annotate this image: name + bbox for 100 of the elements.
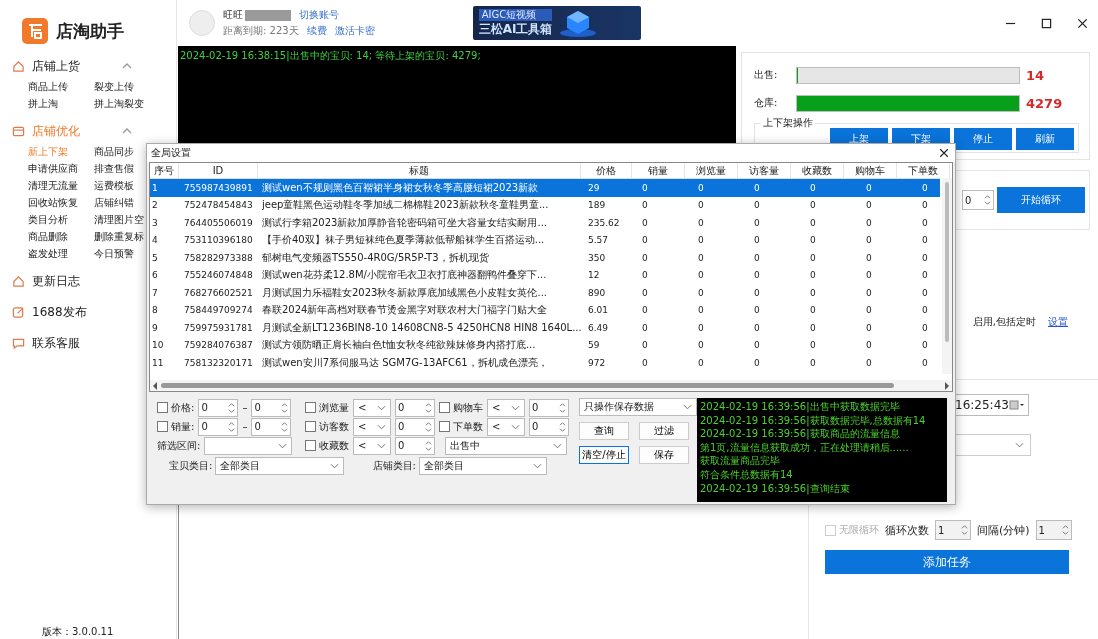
table-row[interactable]: 3 764405506019 测试行李箱2023新款加厚静音轮密码箱可坐大容量女结实耐用... 235.62 0 0 0 0 0 0 [150,214,940,232]
value-spinner[interactable]: 0 [395,436,435,455]
operator-dropdown[interactable]: < [353,398,391,417]
value-spinner[interactable]: 0 [529,398,569,417]
operator-dropdown[interactable]: < [487,398,525,417]
stock-label: 出售: [754,68,779,82]
column-header[interactable]: 价格 [581,163,632,178]
category-dropdown[interactable]: 全部类目 [418,456,547,475]
activate-link[interactable]: 激活卡密 [334,24,375,38]
dialog-title: 全局设置 [151,146,191,160]
min-spinner[interactable]: 0 [198,417,239,436]
dialog-button[interactable]: 过滤 [639,422,689,440]
sidebar-item[interactable]: 商品删除 [28,229,94,245]
settings-link[interactable]: 设置 [1048,315,1068,329]
value-spinner[interactable]: 0 [529,417,569,436]
table-row[interactable]: 8 758449709274 春联2024新年高档对联春节烫金黑字对联农村大门福字门贴大全 6.01 0 0 0 0 0 0 [150,301,940,319]
column-header[interactable]: 标题 [258,163,581,178]
mode-dropdown[interactable]: 只操作保存数据 [579,398,697,416]
min-spinner[interactable]: 0 [198,398,239,417]
table-cell-text: 0 [921,287,929,298]
table-cell-text: 0 [809,322,817,333]
table-row[interactable]: 11 758132320171 测试wen安川7系伺服马达 SGM7G-13AFC61，拆机成色漂亮， 972 0 0 0 0 0 0 [150,354,940,372]
ad-banner[interactable]: AIGC短视频 三松AI工具箱 [472,6,641,40]
horizontal-scrollbar[interactable] [150,380,952,391]
dialog-button[interactable]: 查询 [579,422,629,440]
interval-spinner[interactable]: 1 [1035,520,1072,540]
table-row[interactable]: 6 755246074848 测试wen花芬柔12.8M/小院帘毛衣卫衣打底神器翻鸭件叠穿下... 12 0 0 0 0 0 0 [150,266,940,284]
sidebar-item[interactable]: 拼上淘 [28,96,94,112]
spinner-arrows-icon [425,401,432,414]
table-cell-text: 0 [809,287,817,298]
loop-spinner[interactable]: 0 [962,190,994,210]
sidebar-item[interactable]: 清理无流量 [28,178,94,194]
dialog-button[interactable]: 清空/停止 [579,446,629,464]
column-header[interactable]: 销量 [632,163,685,178]
start-loop-button[interactable]: 开始循环 [997,187,1085,213]
table-cell-text: 3 [151,217,159,228]
vertical-scrollbar[interactable] [942,178,952,374]
table-cell-text: 0 [865,200,873,211]
switch-account-link[interactable]: 切换账号 [299,8,339,22]
log-line: 2024-02-19 16:38:15|出售中的宝贝: 14; 等待上架的宝贝: 4279; [180,50,481,61]
status-dropdown[interactable]: 出售中 [445,436,567,455]
spinner-arrows-icon [228,401,236,414]
table-cell-text: 【手价40双】袜子男短袜纯色夏季薄款低帮船袜学生百搭运动... [262,233,546,248]
max-spinner[interactable]: 0 [251,417,292,436]
table-cell-text: 0 [809,252,817,263]
add-task-button[interactable]: 添加任务 [825,550,1069,574]
column-header[interactable]: ID [179,163,258,178]
category-dropdown[interactable]: 全部类目 [215,456,344,475]
column-header[interactable]: 收藏数 [791,163,844,178]
calendar-icon[interactable] [1009,400,1025,410]
operator-dropdown[interactable]: < [487,417,525,436]
chevron-icon [329,462,339,469]
sidebar-item[interactable]: 类目分析 [28,212,94,228]
table-row[interactable]: 4 753110396180 【手价40双】袜子男短袜纯色夏季薄款低帮船袜学生百搭运动... 5.57 0 0 0 0 0 0 [150,231,940,249]
filter-checkbox[interactable]: 访客数 [305,419,349,434]
close-icon[interactable] [939,148,949,158]
dialog-button[interactable]: 保存 [639,446,689,464]
operator-dropdown[interactable]: < [353,417,391,436]
sidebar-section[interactable]: 店铺上货 [0,55,176,77]
filter-checkbox[interactable]: 下单数 [439,419,483,434]
table-cell-text: 0 [865,182,873,193]
value-spinner[interactable]: 0 [395,417,435,436]
range-checkbox[interactable]: 价格: [157,400,195,415]
column-header[interactable]: 浏览量 [685,163,738,178]
action-button[interactable]: 刷新 [1016,128,1074,150]
right-arrow-icon[interactable] [944,381,950,390]
table-cell-text: 0 [809,200,817,211]
action-button[interactable]: 停止 [954,128,1012,150]
left-arrow-icon[interactable] [152,381,158,390]
table-row[interactable]: 2 752478454843 jeep童鞋黑色运动鞋冬季加绒二棉棉鞋2023新款秋冬童鞋男童... 189 0 0 0 0 0 0 [150,196,940,214]
table-row[interactable]: 1 755987439891 测试wen不规则黑色百褶裙半身裙女秋冬季高腰短裙2023新款 29 0 0 0 0 0 0 [150,179,940,197]
table-row[interactable]: 9 759975931781 月测试全新LT1236BIN8-10 14608CN8-5 4250HCN8 HIN8 1640L... 6.49 0 0 0 0 0 0 [150,319,940,337]
filter-checkbox[interactable]: 浏览量 [305,400,349,415]
sidebar-item[interactable]: 申请供应商 [28,161,94,177]
table-row[interactable]: 10 759284076387 测试方领防晒正肩长袖白色t恤女秋冬纯欲辣妹修身内搭打底... 59 0 0 0 0 0 0 [150,336,940,354]
table-row[interactable]: 7 768276602521 月测试国力乐福鞋女2023秋冬新款厚底加绒黑色小皮鞋女英伦... 890 0 0 0 0 0 0 [150,284,940,302]
maximize-icon[interactable] [1041,17,1052,29]
chevron-icon [511,404,520,411]
table-row[interactable]: 5 758282973388 郁树电气变频器TS550-4R0G/5R5P-T3，拆机现货 350 0 0 0 0 0 0 [150,249,940,267]
filter-checkbox[interactable]: 购物车 [439,400,483,415]
column-header[interactable]: 购物车 [844,163,897,178]
log-line: 2024-02-19 16:39:56|查询结束 [700,481,851,496]
loop-count-spinner[interactable]: 1 [935,520,971,540]
table-cell-text: 测试行李箱2023新款加厚静音轮密码箱可坐大容量女结实耐用... [262,215,548,230]
column-header[interactable]: 访客量 [738,163,791,178]
sidebar-item[interactable]: 裂变上传 [94,79,160,95]
table-cell-text: 0 [865,270,873,281]
range-checkbox[interactable]: 销量: [157,419,195,434]
renew-link[interactable]: 续费 [306,24,327,38]
sidebar-item[interactable]: 拼上淘裂变 [94,96,160,112]
filter-checkbox[interactable]: 收藏数 [305,438,349,453]
column-header[interactable]: 序号 [150,163,179,178]
operator-dropdown[interactable]: < [353,436,391,455]
table-cell-text: 0 [753,340,761,351]
value-spinner[interactable]: 0 [395,398,435,417]
sidebar-item[interactable]: 商品上传 [28,79,94,95]
max-spinner[interactable]: 0 [251,398,292,417]
close-icon[interactable] [1077,17,1088,29]
sidebar-item[interactable]: 盗发处理 [28,246,94,262]
sidebar-item[interactable]: 回收站恢复 [28,195,94,211]
